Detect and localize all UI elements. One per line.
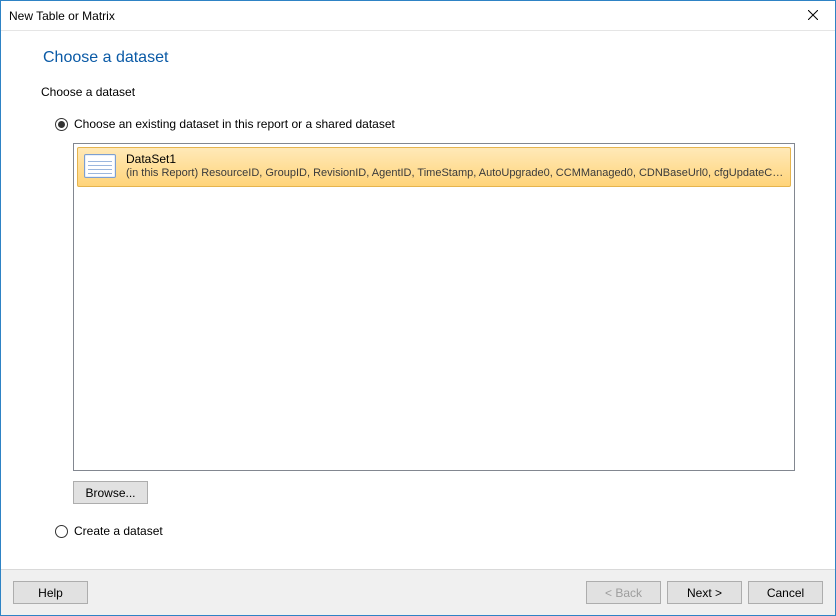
close-button[interactable] [790, 1, 835, 31]
dataset-text: DataSet1 (in this Report) ResourceID, Gr… [126, 152, 784, 180]
radio-icon [55, 118, 68, 131]
page-subheading: Choose a dataset [41, 85, 795, 99]
dataset-detail: (in this Report) ResourceID, GroupID, Re… [126, 166, 784, 180]
dialog-footer: Help < Back Next > Cancel [1, 569, 835, 615]
back-button: < Back [586, 581, 661, 604]
titlebar: New Table or Matrix [1, 1, 835, 31]
radio-icon [55, 525, 68, 538]
dataset-item[interactable]: DataSet1 (in this Report) ResourceID, Gr… [77, 147, 791, 187]
dataset-name: DataSet1 [126, 152, 784, 166]
browse-row: Browse... [73, 481, 795, 504]
close-icon [808, 9, 818, 23]
content-area: Choose a dataset Choose a dataset Choose… [1, 31, 835, 569]
help-button[interactable]: Help [13, 581, 88, 604]
dataset-icon [84, 154, 116, 178]
radio-create-label: Create a dataset [74, 524, 163, 538]
window-title: New Table or Matrix [9, 9, 790, 23]
page-heading: Choose a dataset [43, 49, 795, 67]
browse-button[interactable]: Browse... [73, 481, 148, 504]
cancel-button[interactable]: Cancel [748, 581, 823, 604]
dataset-list[interactable]: DataSet1 (in this Report) ResourceID, Gr… [73, 143, 795, 471]
next-button[interactable]: Next > [667, 581, 742, 604]
dialog-window: New Table or Matrix Choose a dataset Cho… [0, 0, 836, 616]
radio-existing-label: Choose an existing dataset in this repor… [74, 117, 395, 131]
radio-create-dataset[interactable]: Create a dataset [55, 524, 795, 538]
radio-existing-dataset[interactable]: Choose an existing dataset in this repor… [55, 117, 795, 131]
